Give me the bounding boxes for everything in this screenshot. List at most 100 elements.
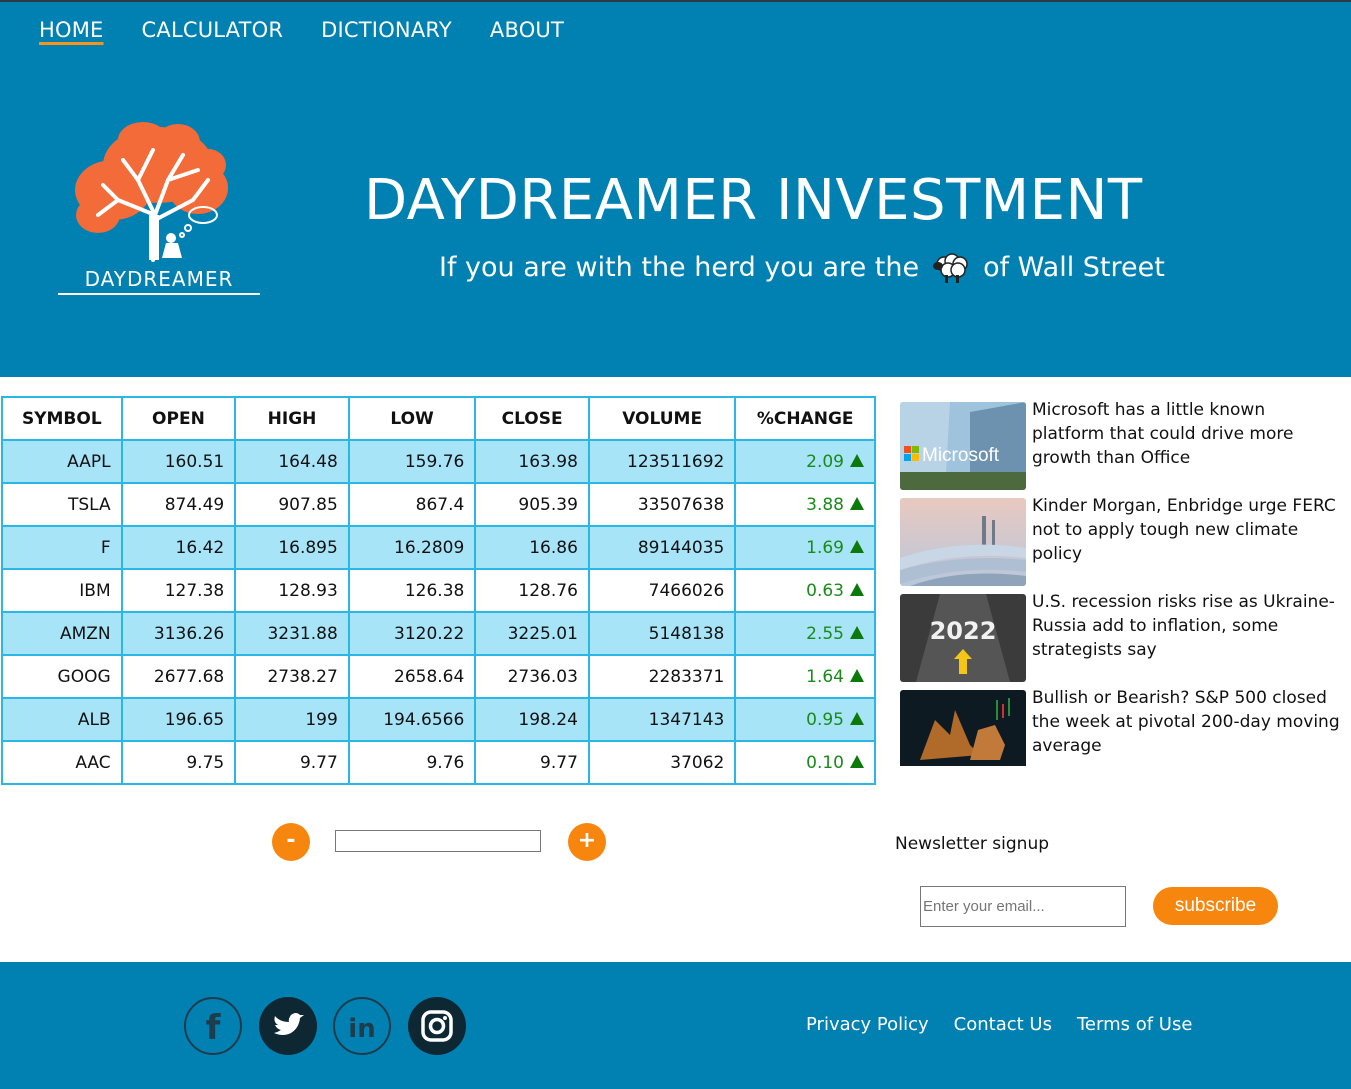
terms-of-use-link[interactable]: Terms of Use	[1077, 1014, 1192, 1035]
sheep-icon	[931, 249, 971, 285]
news-headline[interactable]: Microsoft has a little known platform th…	[1032, 398, 1340, 494]
up-arrow-icon	[850, 582, 864, 596]
cell-volume: 33507638	[587, 482, 737, 527]
table-row[interactable]: ALB 196.65 199 194.6566 198.24 1347143 0.95	[1, 697, 876, 742]
col-change[interactable]: %CHANGE	[734, 396, 876, 441]
nav-dictionary[interactable]: DICTIONARY	[321, 18, 452, 44]
nav-home[interactable]: HOME	[39, 18, 104, 44]
table-row[interactable]: AMZN 3136.26 3231.88 3120.22 3225.01 5148138 2…	[1, 611, 876, 656]
stepper-input[interactable]	[335, 830, 541, 852]
up-arrow-icon	[850, 496, 864, 510]
cell-high: 128.93	[234, 568, 350, 613]
up-arrow-icon	[850, 539, 864, 553]
cell-change: 0.95	[734, 697, 876, 742]
change-value: 2.09	[806, 451, 844, 472]
cell-high: 907.85	[234, 482, 350, 527]
thumb-label: Microsoft	[922, 445, 1000, 466]
cell-close: 163.98	[474, 439, 590, 484]
cell-high: 164.48	[234, 439, 350, 484]
cell-symbol: AAPL	[1, 439, 123, 484]
plus-button[interactable]: +	[568, 823, 606, 861]
stock-table: SYMBOL OPEN HIGH LOW CLOSE VOLUME %CHANG…	[1, 396, 876, 785]
cell-change: 3.88	[734, 482, 876, 527]
news-item[interactable]: Microsoft Microsoft has a little known p…	[900, 398, 1340, 494]
newsletter-label: Newsletter signup	[895, 834, 1050, 854]
contact-us-link[interactable]: Contact Us	[954, 1014, 1052, 1035]
news-item[interactable]: Bullish or Bearish? S&P 500 closed the w…	[900, 686, 1340, 782]
twitter-icon[interactable]	[259, 997, 317, 1055]
cell-low: 9.76	[347, 740, 477, 785]
cell-close: 198.24	[474, 697, 590, 742]
email-field[interactable]	[920, 886, 1126, 927]
cell-open: 2677.68	[120, 654, 237, 699]
cell-high: 199	[234, 697, 350, 742]
col-low[interactable]: LOW	[347, 396, 477, 441]
news-item[interactable]: Kinder Morgan, Enbridge urge FERC not to…	[900, 494, 1340, 590]
cell-close: 9.77	[474, 740, 590, 785]
linkedin-icon[interactable]: in	[333, 997, 391, 1055]
news-headline[interactable]: Bullish or Bearish? S&P 500 closed the w…	[1032, 686, 1340, 782]
site-logo[interactable]: DAYDREAMER	[58, 120, 262, 295]
cell-low: 16.2809	[347, 525, 477, 570]
news-thumbnail[interactable]: Microsoft	[900, 402, 1026, 490]
privacy-policy-link[interactable]: Privacy Policy	[806, 1014, 929, 1035]
cell-low: 3120.22	[347, 611, 477, 656]
cell-volume: 5148138	[587, 611, 737, 656]
change-value: 0.63	[806, 580, 844, 601]
minus-button[interactable]: -	[272, 823, 310, 861]
nav-about[interactable]: ABOUT	[490, 18, 564, 44]
cell-open: 127.38	[120, 568, 237, 613]
cell-change: 0.63	[734, 568, 876, 613]
col-symbol[interactable]: SYMBOL	[1, 396, 123, 441]
cell-volume: 37062	[587, 740, 737, 785]
cell-open: 196.65	[120, 697, 237, 742]
main-nav: HOME CALCULATOR DICTIONARY ABOUT	[39, 18, 602, 44]
nav-calculator[interactable]: CALCULATOR	[142, 18, 284, 44]
cell-symbol: F	[1, 525, 123, 570]
col-high[interactable]: HIGH	[234, 396, 350, 441]
cell-symbol: IBM	[1, 568, 123, 613]
tagline-text-before: If you are with the herd you are the	[439, 251, 920, 283]
cell-change: 1.69	[734, 525, 876, 570]
news-thumbnail[interactable]	[900, 498, 1026, 586]
col-volume[interactable]: VOLUME	[587, 396, 737, 441]
quantity-stepper: - +	[272, 823, 612, 863]
cell-close: 2736.03	[474, 654, 590, 699]
up-arrow-icon	[850, 711, 864, 725]
facebook-icon[interactable]: f	[184, 997, 242, 1055]
tree-logo-icon	[75, 122, 228, 262]
col-open[interactable]: OPEN	[120, 396, 237, 441]
table-row[interactable]: F 16.42 16.895 16.2809 16.86 89144035 1.69	[1, 525, 876, 570]
table-row[interactable]: AAC 9.75 9.77 9.76 9.77 37062 0.10	[1, 740, 876, 785]
subscribe-button[interactable]: subscribe	[1153, 887, 1278, 925]
cell-symbol: AAC	[1, 740, 123, 785]
news-thumbnail[interactable]	[900, 690, 1026, 778]
cell-low: 194.6566	[347, 697, 477, 742]
up-arrow-icon	[850, 453, 864, 467]
cell-close: 16.86	[474, 525, 590, 570]
cell-high: 2738.27	[234, 654, 350, 699]
instagram-icon[interactable]	[408, 997, 466, 1055]
footer-links: Privacy Policy Contact Us Terms of Use	[806, 1014, 1217, 1035]
cell-open: 3136.26	[120, 611, 237, 656]
cell-symbol: TSLA	[1, 482, 123, 527]
change-value: 1.69	[806, 537, 844, 558]
change-value: 0.95	[806, 709, 844, 730]
table-row[interactable]: AAPL 160.51 164.48 159.76 163.98 123511692 2.0…	[1, 439, 876, 484]
site-footer: f in Privacy Policy Contact Us Terms of …	[0, 962, 1351, 1089]
table-row[interactable]: GOOG 2677.68 2738.27 2658.64 2736.03 2283371 1…	[1, 654, 876, 699]
cell-open: 874.49	[120, 482, 237, 527]
news-item[interactable]: 2022 U.S. recession risks rise as Ukrain…	[900, 590, 1340, 686]
news-headline[interactable]: U.S. recession risks rise as Ukraine-Rus…	[1032, 590, 1340, 686]
news-headline[interactable]: Kinder Morgan, Enbridge urge FERC not to…	[1032, 494, 1340, 590]
cell-volume: 123511692	[587, 439, 737, 484]
change-value: 2.55	[806, 623, 844, 644]
table-row[interactable]: IBM 127.38 128.93 126.38 128.76 7466026 0.63	[1, 568, 876, 613]
site-title: DAYDREAMER INVESTMENT	[364, 168, 1143, 233]
table-row[interactable]: TSLA 874.49 907.85 867.4 905.39 33507638 3.88	[1, 482, 876, 527]
col-close[interactable]: CLOSE	[474, 396, 590, 441]
news-thumbnail[interactable]: 2022	[900, 594, 1026, 682]
tagline: If you are with the herd you are the of …	[439, 249, 1165, 285]
cell-volume: 89144035	[587, 525, 737, 570]
cell-symbol: AMZN	[1, 611, 123, 656]
